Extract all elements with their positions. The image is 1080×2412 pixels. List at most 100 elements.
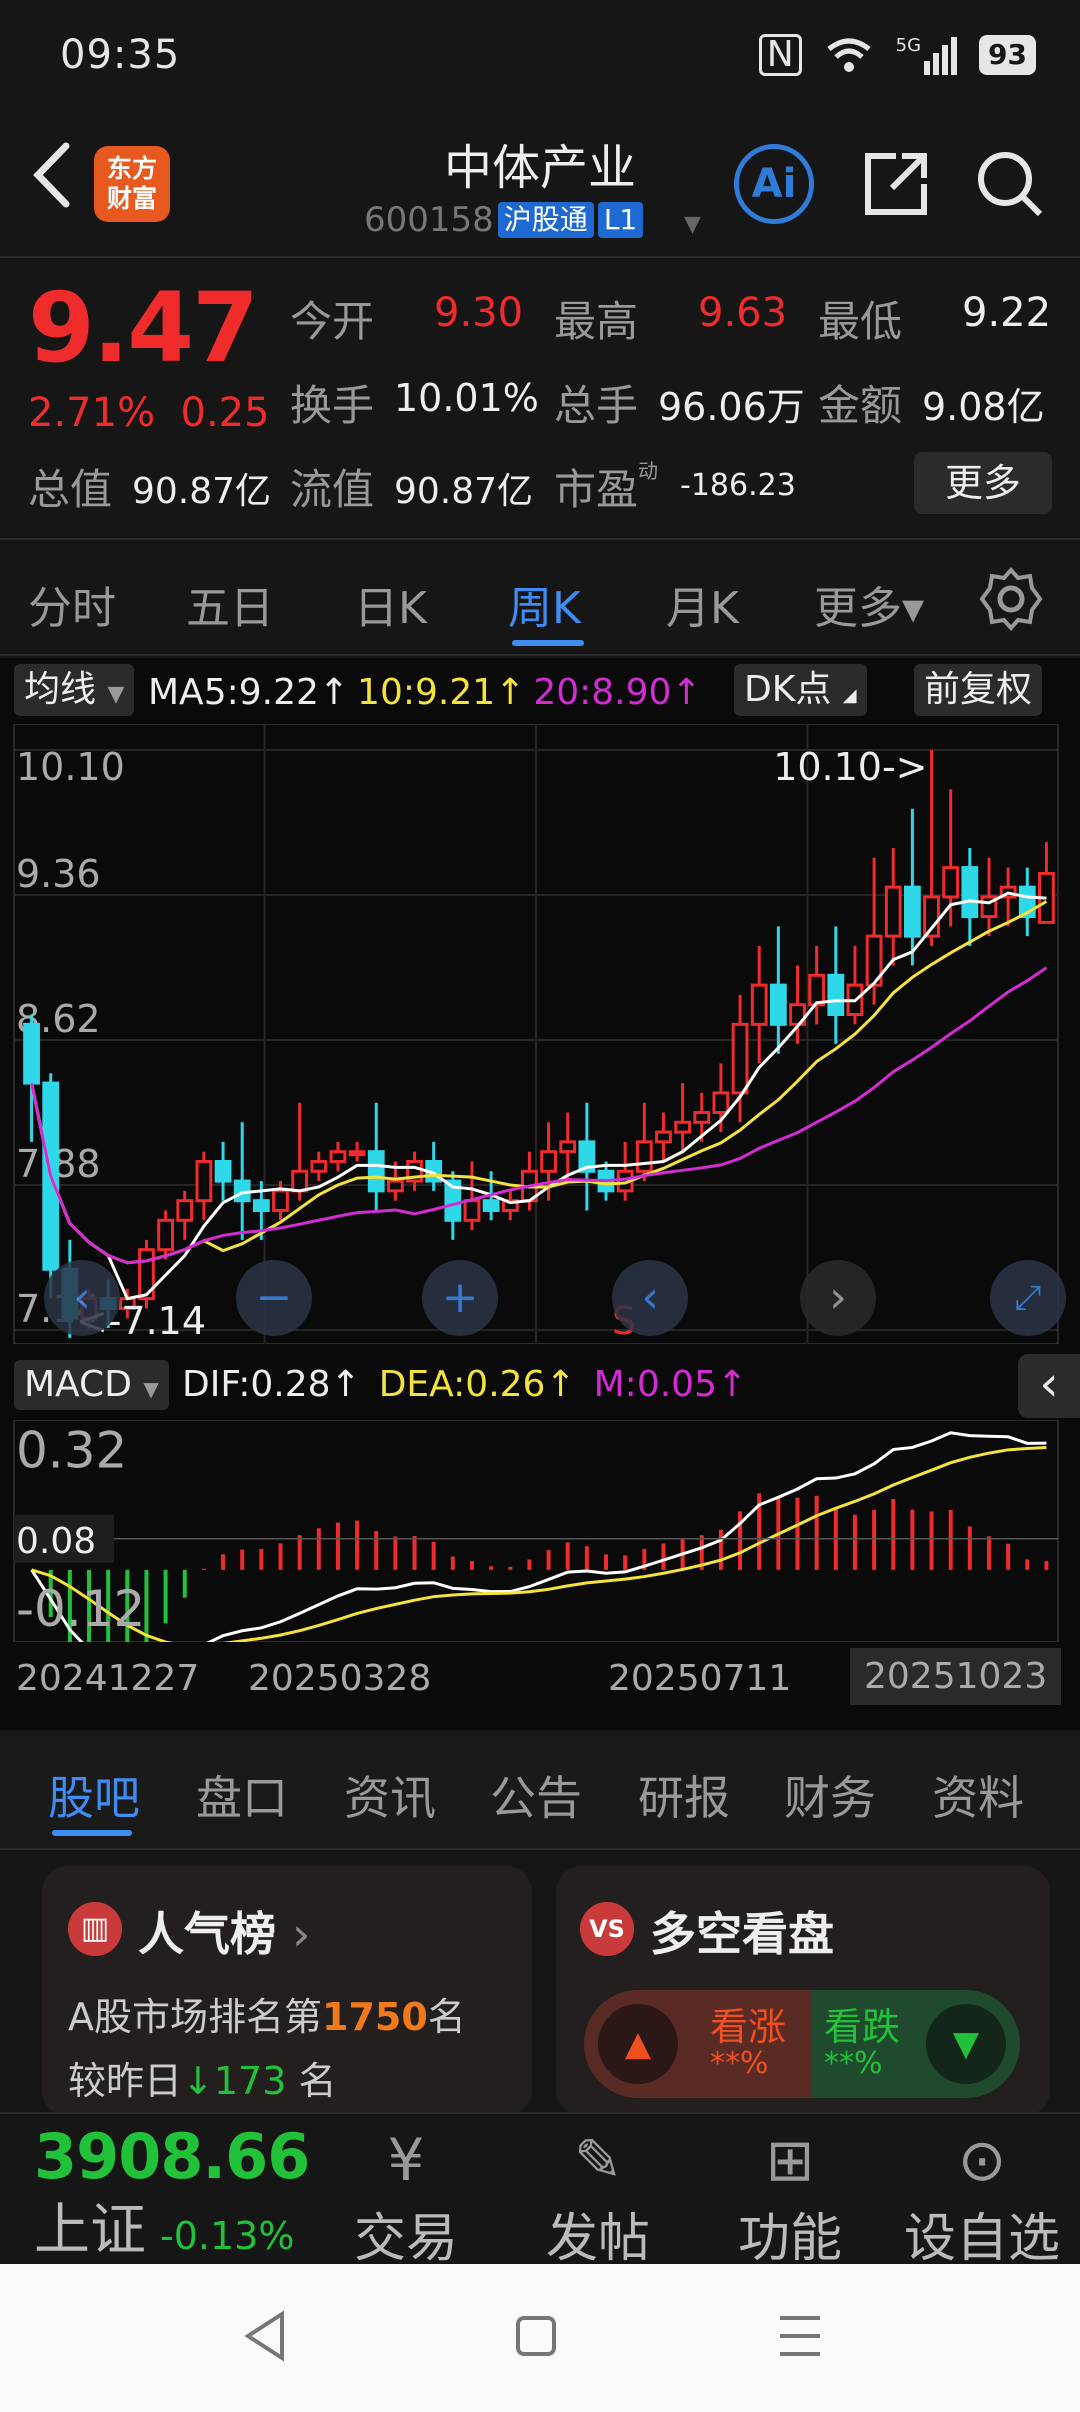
- minus-icon: −: [255, 1272, 293, 1323]
- ma-toggle-button[interactable]: 均线 ▼: [14, 664, 135, 716]
- zoom-out-button[interactable]: −: [236, 1260, 312, 1336]
- popularity-card[interactable]: ▥ 人气榜 › A股市场排名第1750名 较昨日↓173 名: [42, 1866, 532, 2116]
- adjust-mode-button[interactable]: 前复权: [914, 664, 1043, 716]
- active-feed-indicator: [52, 1830, 132, 1836]
- grid-icon: ⊞: [765, 2126, 815, 2194]
- candle-body: [884, 885, 902, 938]
- vote-down-button[interactable]: ▼: [926, 2004, 1006, 2084]
- expand-icon: ⤢: [1014, 1278, 1042, 1318]
- y-axis-label: 10.10: [16, 745, 125, 789]
- candle-body: [559, 1140, 577, 1154]
- more-stats-button[interactable]: 更多: [914, 452, 1052, 514]
- macd-chart[interactable]: 0.32 0.08 -0.12: [0, 1420, 1080, 1642]
- share-button[interactable]: [856, 144, 936, 224]
- candlestick-chart[interactable]: 10.109.368.627.887.1410.10-><-7.14S: [0, 724, 1080, 1344]
- pe-stat: 市盈动: [554, 458, 659, 514]
- nav-trade[interactable]: ¥ 交易: [316, 2120, 496, 2271]
- fullscreen-button[interactable]: ⤢: [990, 1260, 1066, 1336]
- nav-watchlist[interactable]: ⊙ 设自选: [892, 2120, 1072, 2271]
- menu-lines-icon[interactable]: [776, 2314, 824, 2358]
- mktcap-stat: 总值: [28, 465, 113, 514]
- tab-research[interactable]: 研报: [638, 1762, 730, 1828]
- x-axis-labels: 20241227 20250328 20250711 20251023: [0, 1644, 1080, 1720]
- ma10-legend: 10:9.21↑: [357, 672, 526, 713]
- volume-value: 96.06万: [658, 385, 805, 429]
- scroll-left-button[interactable]: ‹: [612, 1260, 688, 1336]
- stock-code-row[interactable]: 600158 沪股通 L1: [364, 200, 644, 240]
- tab-financials[interactable]: 财务: [784, 1762, 876, 1828]
- candle-body: [655, 1130, 672, 1144]
- bar-chart-icon: ▥: [68, 1902, 122, 1956]
- tab-orderbook[interactable]: 盘口: [196, 1762, 288, 1828]
- candle-body: [157, 1218, 175, 1252]
- search-button[interactable]: [970, 144, 1050, 224]
- floatcap-value: 90.87亿: [394, 471, 534, 512]
- tab-five-day[interactable]: 五日: [186, 572, 274, 636]
- mktcap-value: 90.87亿: [132, 471, 272, 512]
- tab-announcements[interactable]: 公告: [490, 1762, 582, 1828]
- edit-icon: ✎: [573, 2126, 623, 2194]
- candle-body: [635, 1140, 653, 1173]
- bull-bear-card[interactable]: VS 多空看盘 ▲ ▼ 看涨 **% 看跌 **%: [556, 1866, 1050, 2116]
- tab-more-periods[interactable]: 更多▾: [814, 572, 924, 636]
- zoom-in-button[interactable]: +: [422, 1260, 498, 1336]
- price-change: 2.71% 0.25: [28, 390, 270, 436]
- plus-icon: +: [441, 1272, 479, 1323]
- ai-assistant-button[interactable]: Ai: [734, 144, 814, 224]
- turnover-stat: 换手: [290, 381, 375, 430]
- tab-daily-k[interactable]: 日K: [354, 572, 427, 636]
- nav-post[interactable]: ✎ 发帖: [508, 2120, 688, 2271]
- macd-axis-label: 0.08: [16, 1521, 96, 1562]
- candle-body: [252, 1199, 270, 1212]
- bull-pct: **%: [710, 2046, 769, 2081]
- m-legend: M:0.05↑: [593, 1364, 748, 1405]
- pe-value: -186.23: [680, 468, 796, 503]
- bear-label: 看跌: [824, 2005, 901, 2049]
- tab-news[interactable]: 资讯: [344, 1762, 436, 1828]
- tab-forum[interactable]: 股吧: [48, 1762, 140, 1828]
- tab-monthly-k[interactable]: 月K: [666, 572, 739, 636]
- nfc-icon: N: [758, 34, 802, 76]
- index-ticker[interactable]: 3908.66 上证 -0.13%: [34, 2120, 310, 2266]
- triangle-up-icon: ▲: [624, 2024, 652, 2064]
- more-dots-icon: ⊙: [957, 2126, 1007, 2194]
- candle-body: [463, 1199, 481, 1222]
- indicator-select[interactable]: MACD ▼: [14, 1360, 169, 1410]
- collapse-panel-button[interactable]: ‹: [1018, 1354, 1080, 1418]
- chevron-down-icon[interactable]: ▼: [684, 212, 701, 237]
- candle-body: [348, 1150, 366, 1157]
- high-marker: 10.10->: [773, 745, 927, 789]
- candle-body: [195, 1159, 213, 1203]
- amount-value: 9.08亿: [922, 385, 1045, 429]
- tab-intraday[interactable]: 分时: [28, 572, 116, 636]
- gear-icon: [979, 566, 1043, 632]
- candle-body: [272, 1189, 289, 1212]
- tab-weekly-k[interactable]: 周K: [508, 572, 581, 636]
- ma20-legend: 20:8.90↑: [533, 672, 702, 713]
- home-square-icon[interactable]: [512, 2312, 560, 2360]
- scroll-right-button[interactable]: ›: [800, 1260, 876, 1336]
- candle-body: [540, 1150, 557, 1173]
- dea-legend: DEA:0.26↑: [378, 1364, 576, 1405]
- candle-body: [23, 1022, 40, 1085]
- vote-up-button[interactable]: ▲: [598, 2004, 678, 2084]
- high-stat: 最高: [554, 297, 639, 346]
- chevron-left-icon: ‹: [73, 1272, 91, 1323]
- chevron-left-icon: ‹: [641, 1272, 659, 1323]
- system-nav-bar: [0, 2264, 1080, 2412]
- rank-delta-line: 较昨日↓173 名: [68, 2059, 337, 2103]
- signal-icon: 5G: [896, 35, 958, 75]
- candle-body: [176, 1199, 194, 1222]
- dk-point-button[interactable]: DK点 ◢: [734, 664, 867, 716]
- candle-body: [712, 1091, 730, 1114]
- scroll-left-fast-button[interactable]: ‹: [44, 1260, 120, 1336]
- back-triangle-icon[interactable]: [240, 2308, 290, 2364]
- battery-indicator: 93: [979, 35, 1036, 75]
- high-value: 9.63: [698, 290, 788, 336]
- candle-body: [693, 1111, 711, 1124]
- index-change: -0.13%: [160, 2214, 295, 2258]
- tab-profile[interactable]: 资料: [932, 1762, 1024, 1828]
- nav-functions[interactable]: ⊞ 功能: [700, 2120, 880, 2271]
- chart-settings-button[interactable]: [978, 566, 1044, 636]
- candle-body: [827, 973, 845, 1017]
